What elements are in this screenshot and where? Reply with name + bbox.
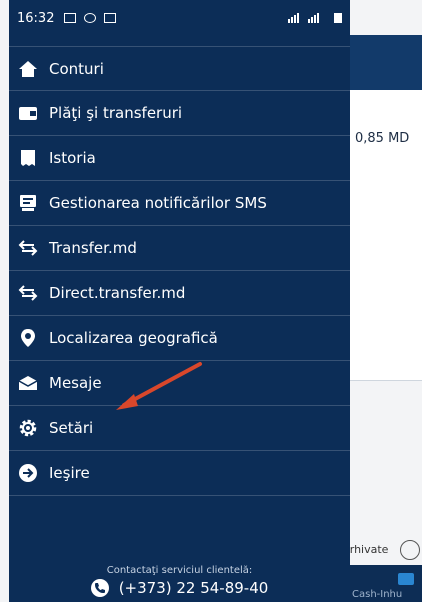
transfer-icon <box>17 282 39 304</box>
background-topbar <box>340 35 422 90</box>
signal-icon <box>288 13 319 23</box>
wallet-icon <box>17 102 39 124</box>
menu-item-plati[interactable]: Plăţi şi transferuri <box>9 91 350 136</box>
contact-phone-number: (+373) 22 54-89-40 <box>118 579 269 597</box>
home-icon <box>17 58 39 80</box>
background-row <box>340 230 422 291</box>
menu-item-label: Mesaje <box>49 374 102 392</box>
menu-item-istoria[interactable]: Istoria <box>9 136 350 181</box>
envelope-icon <box>17 372 39 394</box>
sms-icon <box>17 192 39 214</box>
menu-item-label: Plăţi şi transferuri <box>49 104 183 122</box>
menu-item-label: Localizarea geografică <box>49 329 218 347</box>
background-archive-toggle <box>400 540 420 560</box>
transfer-icon <box>17 237 39 259</box>
battery-icon <box>334 13 342 23</box>
notification-icon <box>84 13 97 23</box>
menu-item-sms[interactable]: Gestionarea notificărilor SMS <box>9 181 350 226</box>
contact-phone-link[interactable]: (+373) 22 54-89-40 <box>9 579 350 597</box>
annotation-arrow <box>116 362 202 410</box>
history-icon <box>17 147 39 169</box>
background-card <box>340 90 422 231</box>
location-pin-icon <box>17 327 39 349</box>
exit-icon <box>17 462 39 484</box>
status-time: 16:32 <box>17 10 55 26</box>
contact-label: Contactaţi serviciul clientelă: <box>106 565 253 576</box>
menu-item-conturi[interactable]: Conturi <box>9 46 350 91</box>
menu-item-label: Gestionarea notificărilor SMS <box>49 194 267 212</box>
menu-item-label: Ieşire <box>49 464 90 482</box>
menu-item-localizare[interactable]: Localizarea geografică <box>9 316 350 361</box>
screen-record-icon <box>104 13 117 23</box>
gallery-icon <box>64 13 77 23</box>
contact-section: Contactaţi serviciul clientelă: (+373) 2… <box>9 565 350 597</box>
menu-item-label: Setări <box>49 419 94 437</box>
menu-item-label: Conturi <box>49 59 104 78</box>
menu-item-direct-transfer-md[interactable]: Direct.transfer.md <box>9 271 350 316</box>
navigation-drawer: 16:32 Conturi Plăţi şi transferuri Istor… <box>9 0 350 602</box>
phone-icon <box>90 579 109 597</box>
menu-item-label: Istoria <box>49 149 96 167</box>
background-amount: 0,85 MD <box>355 131 410 146</box>
background-row <box>340 290 422 381</box>
background-cash-label: Cash-Inhu <box>352 589 403 600</box>
menu-item-label: Direct.transfer.md <box>49 284 186 302</box>
drawer-menu: Conturi Plăţi şi transferuri Istoria Ges… <box>9 46 350 496</box>
status-indicators <box>288 13 342 23</box>
status-bar: 16:32 <box>9 0 350 36</box>
menu-item-transfer-md[interactable]: Transfer.md <box>9 226 350 271</box>
gear-icon <box>17 417 39 439</box>
menu-item-label: Transfer.md <box>49 239 137 257</box>
cash-in-icon <box>398 573 414 585</box>
menu-item-iesire[interactable]: Ieşire <box>9 451 350 496</box>
